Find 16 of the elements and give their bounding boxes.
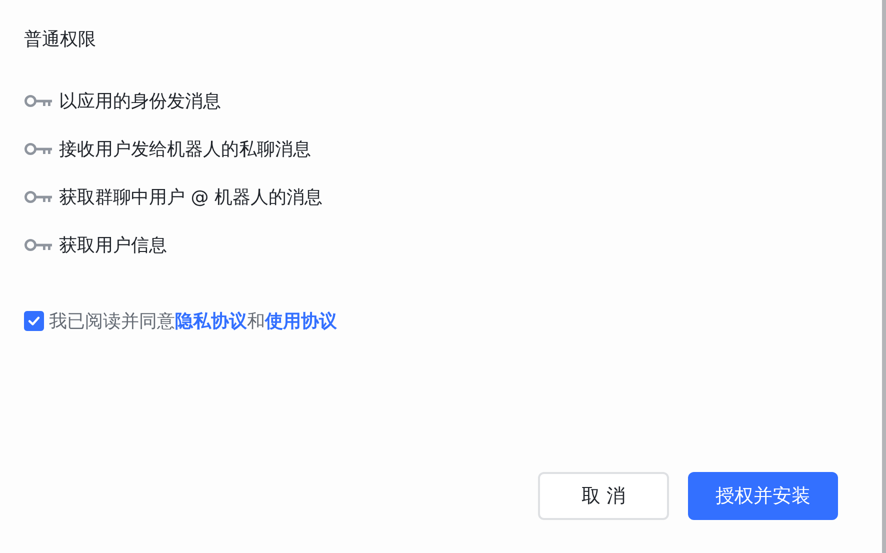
install-button[interactable]: 授权并安装 [688, 472, 838, 520]
permission-label: 获取群聊中用户 @ 机器人的消息 [59, 186, 322, 209]
key-icon [24, 190, 53, 204]
key-icon [24, 142, 53, 156]
key-icon [24, 94, 53, 108]
agreement-text: 我已阅读并同意隐私协议和使用协议 [49, 310, 337, 333]
key-icon [24, 238, 53, 252]
permission-label: 以应用的身份发消息 [59, 90, 221, 113]
agreement-checkbox[interactable] [24, 311, 44, 331]
section-title: 普通权限 [24, 28, 97, 52]
check-icon [27, 314, 41, 328]
permission-label: 接收用户发给机器人的私聊消息 [59, 138, 311, 161]
permission-label: 获取用户信息 [59, 234, 167, 257]
agreement-link[interactable]: 使用协议 [265, 311, 337, 332]
cancel-button[interactable]: 取 消 [538, 472, 669, 520]
agreement-link[interactable]: 隐私协议 [175, 311, 247, 332]
